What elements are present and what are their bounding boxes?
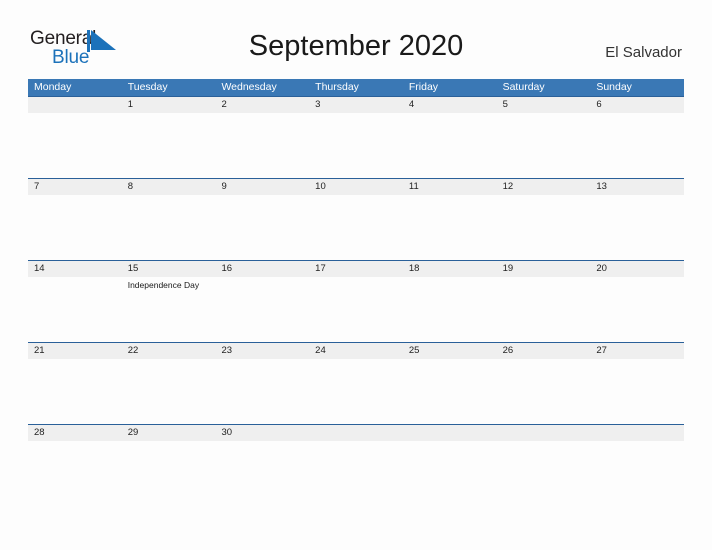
- day-number[interactable]: 12: [497, 179, 591, 195]
- day-number[interactable]: 29: [122, 425, 216, 441]
- day-number[interactable]: 24: [309, 343, 403, 359]
- week-event-area: [28, 441, 684, 483]
- day-cell[interactable]: [122, 195, 216, 260]
- day-cell[interactable]: [28, 195, 122, 260]
- day-number[interactable]: 13: [590, 179, 684, 195]
- day-number[interactable]: 14: [28, 261, 122, 277]
- day-cell[interactable]: [215, 277, 309, 342]
- day-number[interactable]: 1: [122, 97, 216, 113]
- day-number[interactable]: 6: [590, 97, 684, 113]
- day-number[interactable]: 21: [28, 343, 122, 359]
- calendar-week-row: 1 2 3 4 5 6: [28, 96, 684, 178]
- day-number[interactable]: 20: [590, 261, 684, 277]
- day-cell[interactable]: [122, 359, 216, 424]
- day-cell[interactable]: [309, 359, 403, 424]
- day-cell[interactable]: [403, 359, 497, 424]
- calendar-week-row: 21 22 23 24 25 26 27: [28, 342, 684, 424]
- day-number[interactable]: 11: [403, 179, 497, 195]
- day-cell[interactable]: [309, 277, 403, 342]
- day-cell[interactable]: [28, 441, 122, 483]
- page-header: General Blue September 2020 El Salvador: [0, 0, 712, 76]
- calendar-week-row: 28 29 30: [28, 424, 684, 483]
- day-cell[interactable]: [497, 113, 591, 178]
- day-number[interactable]: 15: [122, 261, 216, 277]
- week-event-area: [28, 359, 684, 424]
- weekday-header-monday: Monday: [34, 81, 72, 93]
- day-cell[interactable]: [122, 113, 216, 178]
- day-number[interactable]: 16: [215, 261, 309, 277]
- day-cell[interactable]: [497, 359, 591, 424]
- day-cell[interactable]: [590, 113, 684, 178]
- day-cell[interactable]: [28, 359, 122, 424]
- weekday-header-friday: Friday: [408, 81, 439, 93]
- region-label: El Salvador: [605, 44, 682, 61]
- day-number[interactable]: 7: [28, 179, 122, 195]
- day-cell[interactable]: [590, 359, 684, 424]
- day-number[interactable]: 10: [309, 179, 403, 195]
- day-number[interactable]: 25: [403, 343, 497, 359]
- day-event-label: Independence Day: [127, 280, 200, 290]
- day-number[interactable]: 3: [309, 97, 403, 113]
- day-cell[interactable]: [590, 277, 684, 342]
- day-number[interactable]: 17: [309, 261, 403, 277]
- week-event-area: Independence Day: [28, 277, 684, 342]
- day-number[interactable]: 9: [215, 179, 309, 195]
- day-cell[interactable]: [497, 441, 591, 483]
- day-cell[interactable]: [215, 359, 309, 424]
- day-number[interactable]: 2: [215, 97, 309, 113]
- day-cell[interactable]: [215, 441, 309, 483]
- weekday-header-saturday: Saturday: [502, 81, 545, 93]
- day-cell[interactable]: Independence Day: [122, 277, 216, 342]
- day-cell[interactable]: [403, 277, 497, 342]
- week-date-strip: 14 15 16 17 18 19 20: [28, 260, 684, 277]
- day-cell[interactable]: [28, 113, 122, 178]
- day-cell[interactable]: [309, 441, 403, 483]
- day-number[interactable]: 27: [590, 343, 684, 359]
- day-cell[interactable]: [403, 195, 497, 260]
- day-cell[interactable]: [590, 195, 684, 260]
- day-number[interactable]: 22: [122, 343, 216, 359]
- day-number[interactable]: [309, 425, 403, 441]
- day-number[interactable]: 26: [497, 343, 591, 359]
- day-cell[interactable]: [122, 441, 216, 483]
- day-cell[interactable]: [590, 441, 684, 483]
- weekday-header-sunday: Sunday: [596, 81, 632, 93]
- day-number[interactable]: [28, 97, 122, 113]
- day-cell[interactable]: [497, 195, 591, 260]
- day-number[interactable]: [590, 425, 684, 441]
- day-number[interactable]: [403, 425, 497, 441]
- day-cell[interactable]: [215, 195, 309, 260]
- calendar-grid: Monday Tuesday Wednesday Thursday Friday…: [28, 79, 684, 483]
- week-event-area: [28, 113, 684, 178]
- weekday-header-wednesday: Wednesday: [221, 81, 277, 93]
- day-number[interactable]: 23: [215, 343, 309, 359]
- day-number[interactable]: 5: [497, 97, 591, 113]
- day-number[interactable]: 8: [122, 179, 216, 195]
- calendar-week-row: 14 15 16 17 18 19 20 Independence Day: [28, 260, 684, 342]
- day-number[interactable]: 19: [497, 261, 591, 277]
- day-cell[interactable]: [403, 441, 497, 483]
- day-number[interactable]: 4: [403, 97, 497, 113]
- weekday-header-tuesday: Tuesday: [127, 81, 168, 93]
- day-cell[interactable]: [309, 113, 403, 178]
- day-number[interactable]: 30: [215, 425, 309, 441]
- week-date-strip: 28 29 30: [28, 424, 684, 441]
- weekday-header-thursday: Thursday: [315, 81, 359, 93]
- week-date-strip: 7 8 9 10 11 12 13: [28, 178, 684, 195]
- calendar-week-row: 7 8 9 10 11 12 13: [28, 178, 684, 260]
- day-number[interactable]: 28: [28, 425, 122, 441]
- day-cell[interactable]: [309, 195, 403, 260]
- day-number[interactable]: 18: [403, 261, 497, 277]
- calendar-page: General Blue September 2020 El Salvador …: [0, 0, 712, 550]
- week-date-strip: 21 22 23 24 25 26 27: [28, 342, 684, 359]
- week-date-strip: 1 2 3 4 5 6: [28, 96, 684, 113]
- weekday-header-row: Monday Tuesday Wednesday Thursday Friday…: [28, 79, 684, 96]
- day-cell[interactable]: [215, 113, 309, 178]
- week-event-area: [28, 195, 684, 260]
- day-cell[interactable]: [497, 277, 591, 342]
- day-cell[interactable]: [403, 113, 497, 178]
- day-number[interactable]: [497, 425, 591, 441]
- day-cell[interactable]: [28, 277, 122, 342]
